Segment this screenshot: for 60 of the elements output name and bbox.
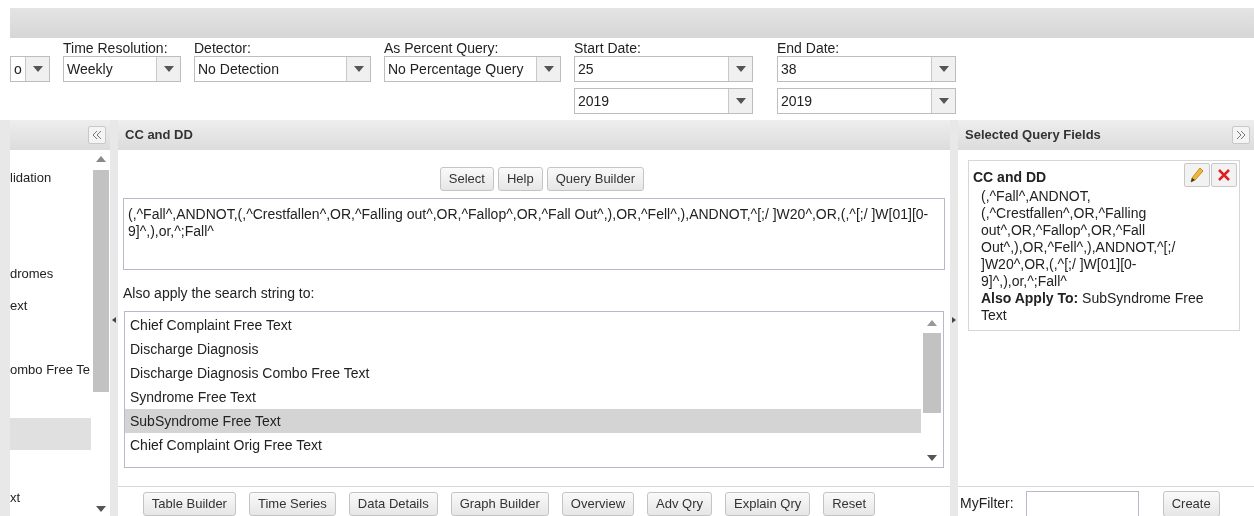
scroll-down-icon[interactable] (927, 455, 937, 461)
nav-item[interactable]: lidation (10, 162, 91, 194)
filter-label: MyFilter: (960, 494, 1014, 513)
toolbar-button[interactable]: Explain Qry (725, 491, 811, 516)
toolbar-button[interactable]: Graph Builder (450, 491, 549, 516)
double-chevron-right-icon (1236, 131, 1246, 139)
toolbar-button[interactable]: Adv Qry (647, 491, 712, 516)
toolbar-button[interactable]: Reset (823, 491, 876, 516)
collapse-button[interactable] (1232, 126, 1250, 144)
query-textarea[interactable]: (,^Fall^,ANDNOT,(,^Crestfallen^,OR,^Falling out^,OR,^Fallop^,OR,^Fall Out^,),OR,^Fell^,),ANDNOT,^[;/ ]W20^,OR,(,^[;/ ]W[01][0-9]^,),or,^;Fall^ (123, 198, 945, 270)
filter-label: Detector: (194, 40, 252, 56)
dropdown[interactable]: 25 (574, 56, 753, 82)
toolbar-button[interactable]: Time Series (248, 491, 336, 516)
query-text: (,^Fall^,ANDNOT, (,^Crestfallen^,OR,^Falling out^,OR,^Fallop^,OR,^Fall Out^,),OR,^Fell^,),ANDNOT,^[;/ ]W20^,OR,(,^[;/ ]W[01][0-9]^,),or,^;Fall^ (981, 188, 1177, 290)
dropdown[interactable]: No Detection (194, 56, 371, 82)
scroll-up-icon[interactable] (927, 320, 937, 326)
apply-text: Also Apply To: SubSyndrome Free Text (981, 290, 1205, 324)
dropdown[interactable]: 38 (777, 56, 956, 82)
nav-item[interactable]: xt (10, 482, 91, 514)
toolbar-button[interactable]: Query Builder (546, 167, 645, 191)
toolbar-button[interactable]: Help (497, 167, 543, 191)
panel-title: CC and DD (125, 126, 193, 145)
create-button[interactable]: Create (1162, 490, 1220, 516)
dropdown[interactable]: 2019 (574, 88, 753, 114)
filter-input[interactable] (1025, 490, 1139, 516)
toolbar-button[interactable]: Data Details (348, 491, 438, 516)
dropdown[interactable]: No Percentage Query (384, 56, 561, 82)
nav-item[interactable]: ext (10, 290, 91, 322)
scroll-down-icon[interactable] (95, 506, 106, 512)
scroll-up-icon[interactable] (95, 156, 106, 162)
filter-label: Time Resolution: (63, 40, 169, 56)
edit-button[interactable] (1184, 163, 1210, 187)
dropdown[interactable]: o (10, 56, 50, 82)
list-option[interactable]: Chief Complaint Free Text (125, 313, 921, 337)
list-option[interactable]: Discharge Diagnosis Combo Free Text (125, 361, 921, 385)
collapse-button[interactable] (88, 126, 106, 144)
dropdown[interactable]: 2019 (777, 88, 956, 114)
toolbar-button[interactable]: Select (439, 167, 494, 191)
double-chevron-left-icon (92, 131, 102, 139)
card-title: CC and DD (973, 168, 1047, 187)
pencil-icon (1190, 167, 1204, 183)
list-option[interactable]: SubSyndrome Free Text (125, 409, 921, 433)
list-option[interactable]: Syndrome Free Text (125, 385, 921, 409)
list-option[interactable]: Discharge Diagnosis (125, 337, 921, 361)
panel-title: Selected Query Fields (965, 126, 1101, 145)
filter-label: End Date: (777, 40, 841, 56)
toolbar-button[interactable]: Table Builder (142, 491, 236, 516)
close-icon (1217, 168, 1231, 182)
list-option[interactable]: Chief Complaint Orig Free Text (125, 433, 921, 457)
nav-item[interactable]: dromes (10, 258, 91, 290)
delete-button[interactable] (1211, 163, 1237, 187)
splitter-arrow-icon[interactable] (952, 317, 956, 323)
toolbar-button[interactable]: Overview (561, 491, 635, 516)
filter-label: Start Date: (574, 40, 642, 56)
splitter-arrow-icon[interactable] (112, 317, 116, 323)
nav-item[interactable]: ombo Free Te (10, 354, 91, 386)
filter-label: As Percent Query: (384, 40, 500, 56)
dropdown[interactable]: Weekly (63, 56, 181, 82)
apply-label: Also apply the search string to: (123, 284, 316, 303)
field-listbox[interactable]: Chief Complaint Free Text Discharge Diagnosis Discharge Diagnosis Combo Free Text Syndrome Free Text SubSyndrome Free Text Chief Complaint Orig Free Text (124, 311, 944, 468)
